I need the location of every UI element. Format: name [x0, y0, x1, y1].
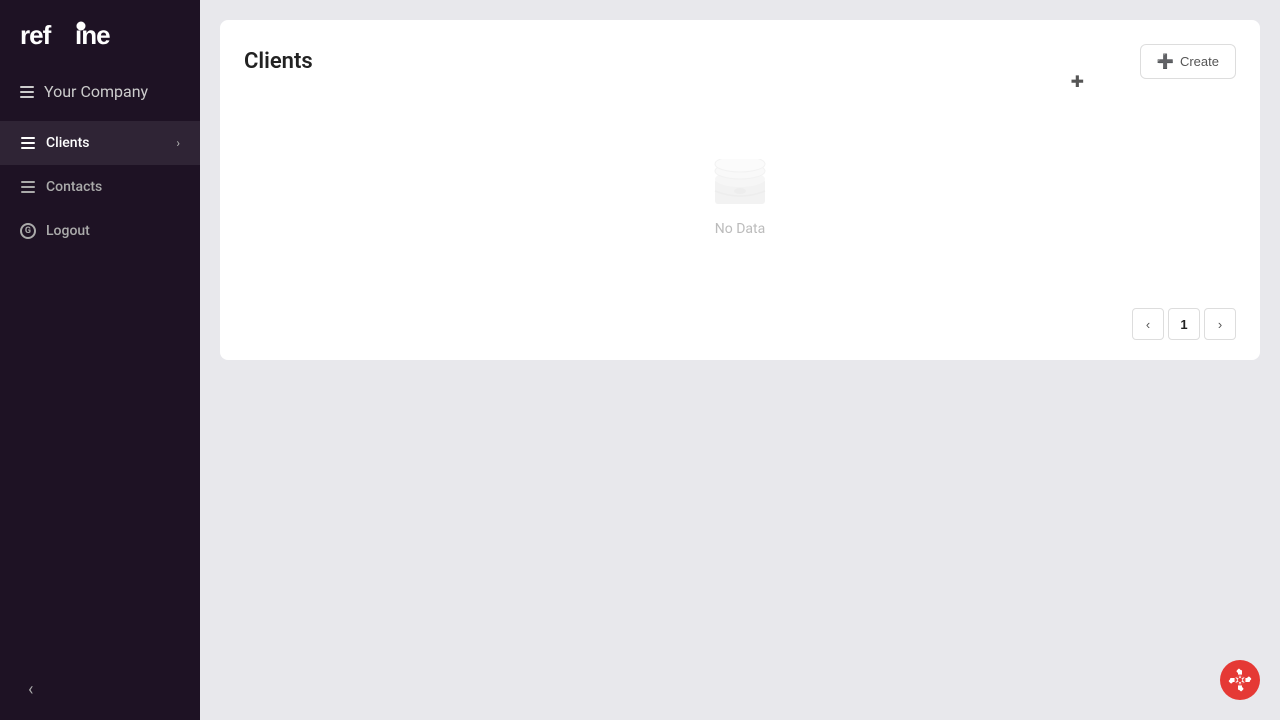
no-data-icon — [710, 159, 770, 209]
svg-text:ref: ref — [20, 20, 52, 50]
sidebar-item-contacts[interactable]: Contacts — [0, 165, 200, 209]
sidebar: ref ine Your Company Clients › Contacts — [0, 0, 200, 720]
refine-logo: ref ine — [20, 20, 120, 50]
clients-chevron-icon: › — [176, 136, 180, 150]
content-card: Clients ➕ Create No Data ‹ 1 › — [220, 20, 1260, 360]
page-header: Clients ➕ Create — [244, 44, 1236, 79]
company-name: Your Company — [44, 82, 148, 101]
page-title: Clients — [244, 49, 313, 74]
no-data-area: No Data — [244, 99, 1236, 277]
logout-label: Logout — [46, 223, 180, 239]
sidebar-bottom: ‹ — [0, 659, 200, 720]
pagination: ‹ 1 › — [1132, 308, 1236, 340]
create-button[interactable]: ➕ Create — [1140, 44, 1236, 79]
contacts-label: Contacts — [46, 179, 180, 195]
sidebar-item-logout[interactable]: G Logout — [0, 209, 200, 253]
sidebar-item-clients[interactable]: Clients › — [0, 121, 200, 165]
svg-text:ine: ine — [75, 20, 110, 50]
nav-items: Clients › Contacts G Logout — [0, 117, 200, 659]
no-data-text: No Data — [715, 221, 765, 237]
clients-label: Clients — [46, 135, 166, 151]
plus-icon: ➕ — [1157, 53, 1174, 70]
logo-area: ref ine — [0, 0, 200, 66]
settings-gear-button[interactable] — [1220, 660, 1260, 700]
sidebar-item-company[interactable]: Your Company — [0, 66, 200, 117]
logout-icon: G — [20, 223, 36, 239]
pagination-page-1-button[interactable]: 1 — [1168, 308, 1200, 340]
pagination-prev-button[interactable]: ‹ — [1132, 308, 1164, 340]
clients-icon — [20, 137, 36, 149]
collapse-sidebar-button[interactable]: ‹ — [20, 675, 41, 704]
create-button-label: Create — [1180, 54, 1219, 69]
company-menu-icon — [20, 86, 34, 98]
main-content: Clients ➕ Create No Data ‹ 1 › — [200, 0, 1280, 720]
contacts-icon — [20, 181, 36, 193]
pagination-next-button[interactable]: › — [1204, 308, 1236, 340]
